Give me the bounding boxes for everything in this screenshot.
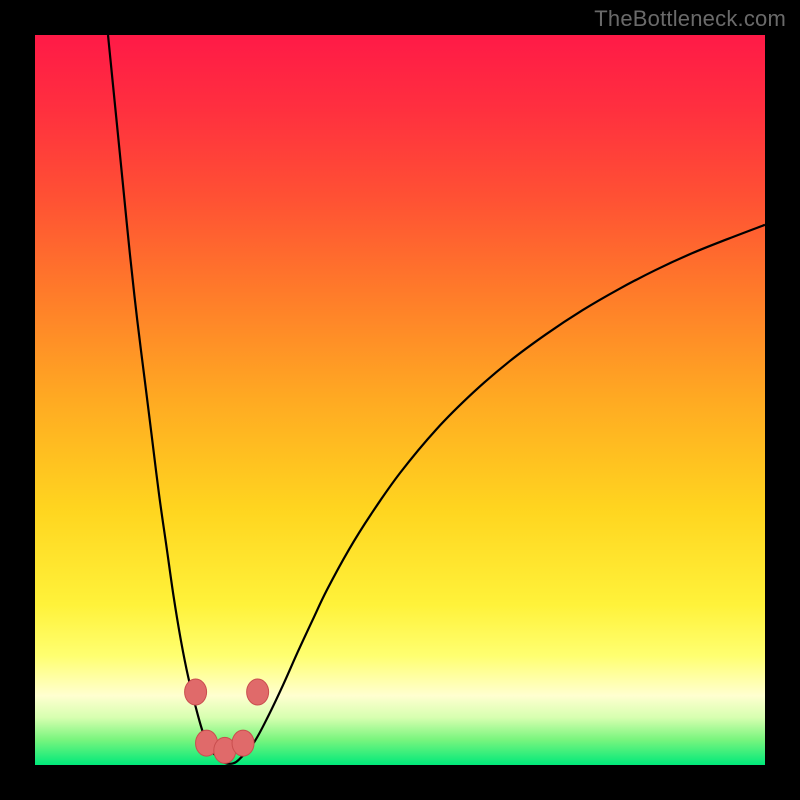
plot-area (35, 35, 765, 765)
chart-frame: TheBottleneck.com (0, 0, 800, 800)
curve-marker (185, 679, 207, 705)
watermark-text: TheBottleneck.com (594, 6, 786, 32)
curve-layer (35, 35, 765, 765)
curve-markers (185, 679, 269, 763)
curve-marker (247, 679, 269, 705)
curve-marker (232, 730, 254, 756)
bottleneck-curve (108, 35, 765, 764)
